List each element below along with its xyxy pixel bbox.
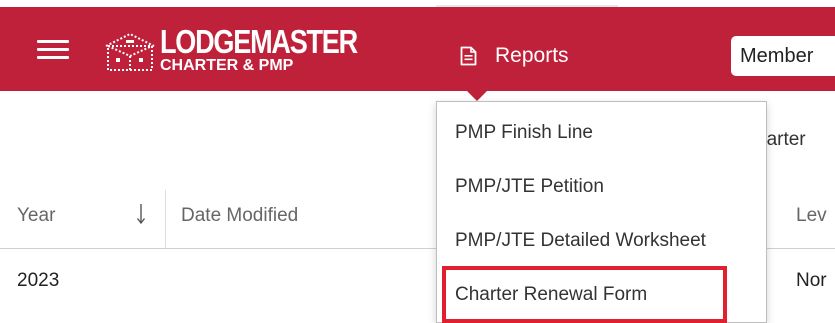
top-navigation-bar: LODGEMASTER CHARTER & PMP Reports Member [0, 7, 835, 91]
menu-item-pmp-jte-petition[interactable]: PMP/JTE Petition [455, 176, 604, 198]
menu-item-pmp-finish-line[interactable]: PMP Finish Line [455, 122, 593, 144]
nav-reports[interactable]: Reports [460, 42, 569, 70]
reports-dropdown-menu: PMP Finish Line PMP/JTE Petition PMP/JTE… [436, 101, 767, 323]
document-icon [460, 46, 477, 66]
top-tab-divider [436, 5, 618, 7]
menu-item-pmp-jte-detailed-worksheet[interactable]: PMP/JTE Detailed Worksheet [455, 230, 706, 252]
table-row-year-cell[interactable]: 2023 [17, 270, 59, 292]
column-header-year[interactable]: Year [17, 205, 55, 227]
column-header-date-modified[interactable]: Date Modified [181, 205, 298, 227]
column-divider [165, 190, 166, 248]
arrow-down-icon[interactable] [135, 203, 147, 225]
page: LODGEMASTER CHARTER & PMP Reports Member… [0, 0, 835, 323]
dropdown-caret [467, 91, 487, 101]
nav-members-button[interactable]: Member [730, 35, 835, 77]
menu-item-charter-renewal-form[interactable]: Charter Renewal Form [455, 284, 647, 306]
table-row-level-cell: Nor [796, 270, 827, 291]
app-logo[interactable]: LODGEMASTER CHARTER & PMP [102, 24, 358, 78]
hamburger-menu-icon[interactable] [37, 40, 69, 60]
lodge-building-logo [105, 32, 155, 71]
logo-subtitle: CHARTER & PMP [160, 57, 294, 74]
column-header-level[interactable]: Lev [796, 205, 827, 227]
logo-title: LODGEMASTER [160, 23, 358, 60]
nav-reports-label: Reports [495, 44, 569, 67]
